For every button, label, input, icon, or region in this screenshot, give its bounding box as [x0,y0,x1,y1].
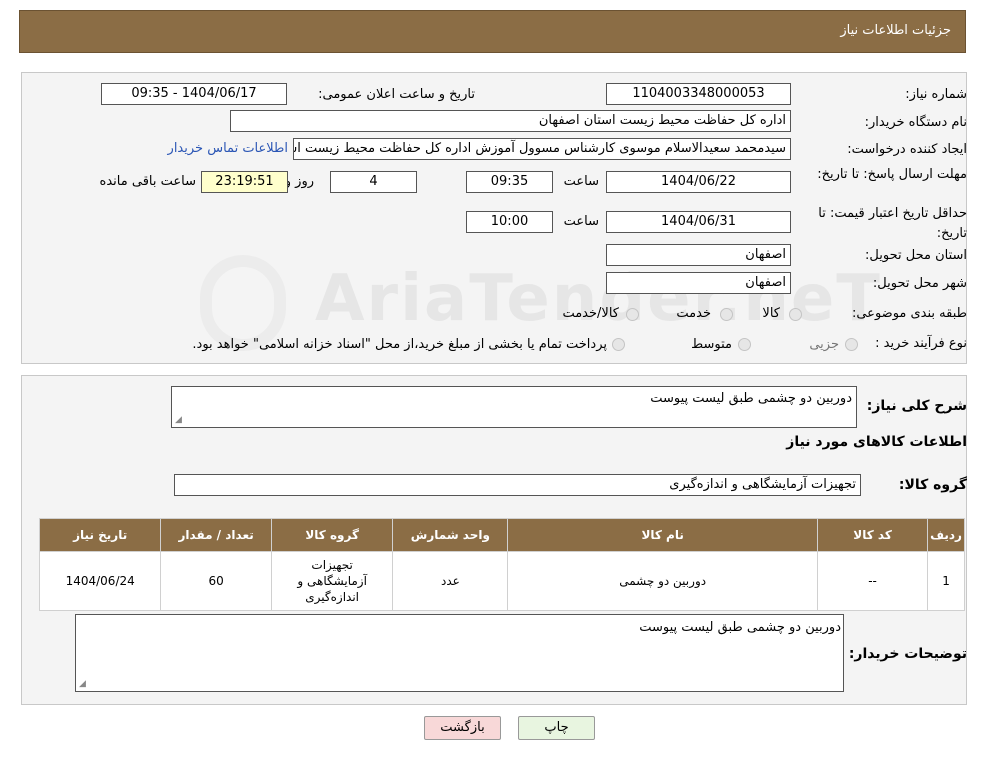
cell-item-name: دوربین دو چشمی [507,551,819,611]
price-date-field: 1404/06/31 [606,211,791,233]
purchase-radio-treasury[interactable] [612,338,625,351]
watermark-text: AriaTender.neT [315,262,882,336]
cell-quantity: 60 [160,551,272,611]
col-row-number: ردیف [927,518,965,552]
summary-label: شرح کلی نیاز: [866,398,967,414]
resize-handle-icon: ◢ [175,415,182,425]
cell-row-number: 1 [927,551,965,611]
days-field: 4 [330,171,417,193]
page-header: جزئیات اطلاعات نیاز [19,10,966,53]
cell-group: تجهیزات آزمایشگاهی و اندازه‌گیری [270,551,394,611]
col-item-code: کد کالا [817,518,929,552]
col-quantity: تعداد / مقدار [160,518,272,552]
city-field: اصفهان [606,272,791,294]
col-unit: واحد شمارش [392,518,509,552]
remaining-time-field: 23:19:51 [201,171,288,193]
category-radio-service[interactable] [720,308,733,321]
reply-time-field: 09:35 [466,171,553,193]
buyer-notes-text: دوربین دو چشمی طبق لیست پیوست [639,620,841,635]
buyer-notes-label: توضیحات خریدار: [848,646,967,662]
province-field: اصفهان [606,244,791,266]
reply-date-field: 1404/06/22 [606,171,791,193]
need-number-label: شماره نیاز: [905,87,967,102]
buyer-org-label: نام دستگاه خریدار: [864,115,967,130]
print-button[interactable]: چاپ [518,716,595,740]
back-button[interactable]: بازگشت [424,716,501,740]
creator-field: سیدمحمد سعیدالاسلام موسوی کارشناس مسوول … [293,138,791,160]
purchase-radio-medium[interactable] [738,338,751,351]
purchase-radio-minor[interactable] [845,338,858,351]
price-validity-label: حداقل تاریخ اعتبار قیمت: تا تاریخ: [818,206,967,241]
reply-deadline-label: مهلت ارسال پاسخ: تا تاریخ: [817,167,967,182]
category-option-goods-service: کالا/خدمت [562,306,619,321]
goods-section-title: اطلاعات کالاهای مورد نیاز [786,434,967,450]
reply-time-label: ساعت [563,174,599,189]
resize-handle-icon: ◢ [79,679,86,689]
buyer-contact-link[interactable]: اطلاعات تماس خریدار [168,141,288,156]
col-need-date: تاریخ نیاز [38,518,162,552]
goods-group-label: گروه کالا: [898,477,967,493]
province-label: استان محل تحویل: [865,248,967,263]
summary-textarea[interactable]: دوربین دو چشمی طبق لیست پیوست ◢ [171,386,857,428]
category-option-goods: کالا [762,306,780,321]
goods-table: ردیف کد کالا نام کالا واحد شمارش گروه کا… [38,518,965,611]
announce-field: 1404/06/17 - 09:35 [101,83,287,105]
buyer-org-field: اداره کل حفاظت محیط زیست استان اصفهان [230,110,791,132]
category-radio-goods-service[interactable] [626,308,639,321]
page-title: جزئیات اطلاعات نیاز [840,23,951,38]
days-label: روز و [284,174,314,189]
price-time-label: ساعت [563,214,599,229]
col-group: گروه کالا [270,518,394,552]
remaining-label: ساعت باقی مانده [99,174,196,189]
goods-group-field: تجهیزات آزمایشگاهی و اندازه‌گیری [174,474,861,496]
need-number-field: 1104003348000053 [606,83,791,105]
price-time-field: 10:00 [466,211,553,233]
purchase-option-medium: متوسط [691,337,732,352]
cell-item-code: -- [817,551,929,611]
creator-label: ایجاد کننده درخواست: [847,142,967,157]
goods-table-header: ردیف کد کالا نام کالا واحد شمارش گروه کا… [38,518,965,552]
category-option-service: خدمت [676,306,711,321]
announce-label: تاریخ و ساعت اعلان عمومی: [318,87,475,102]
cell-unit: عدد [392,551,509,611]
buyer-notes-textarea[interactable]: دوربین دو چشمی طبق لیست پیوست ◢ [75,614,844,692]
purchase-option-minor: جزیی [809,337,839,352]
cell-need-date: 1404/06/24 [38,551,162,611]
table-row: 1 -- دوربین دو چشمی عدد تجهیزات آزمایشگا… [38,551,965,611]
category-label: طبقه بندی موضوعی: [851,306,967,321]
purchase-note: پرداخت تمام یا بخشی از مبلغ خرید،از محل … [192,337,607,352]
category-radio-goods[interactable] [789,308,802,321]
city-label: شهر محل تحویل: [872,276,967,291]
col-item-name: نام کالا [507,518,819,552]
summary-text: دوربین دو چشمی طبق لیست پیوست [650,391,852,406]
purchase-type-label: نوع فرآیند خرید : [875,336,967,351]
